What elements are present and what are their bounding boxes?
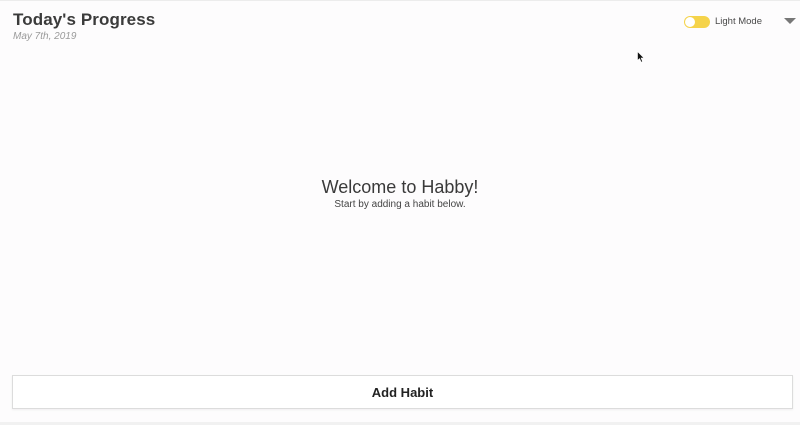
app-window: Today's Progress May 7th, 2019 Light Mod… — [0, 0, 800, 425]
add-habit-button[interactable]: Add Habit — [12, 375, 793, 409]
page-title: Today's Progress — [13, 10, 156, 29]
current-date: May 7th, 2019 — [13, 31, 77, 42]
mouse-pointer-icon — [637, 51, 645, 63]
theme-toggle[interactable] — [684, 16, 710, 28]
chevron-down-icon[interactable] — [784, 18, 796, 24]
welcome-title: Welcome to Habby! — [321, 177, 479, 197]
toggle-knob — [685, 17, 695, 27]
welcome-message: Welcome to Habby! Start by adding a habi… — [0, 176, 800, 210]
welcome-subtitle: Start by adding a habit below. — [334, 199, 466, 210]
theme-label: Light Mode — [715, 16, 763, 27]
